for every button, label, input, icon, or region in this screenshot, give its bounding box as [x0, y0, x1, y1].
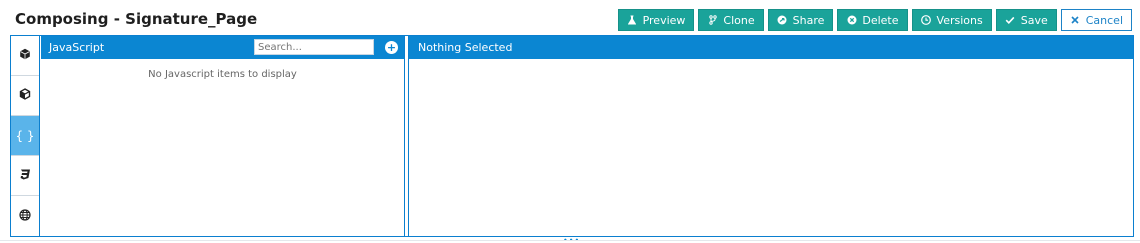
- app-root: Composing - Signature_Page Preview Clone…: [0, 0, 1140, 243]
- search-input[interactable]: [254, 39, 374, 55]
- braces-icon: { }: [15, 128, 35, 143]
- clone-label: Clone: [723, 13, 755, 27]
- cancel-button[interactable]: Cancel: [1060, 9, 1132, 31]
- detail-panel-title: Nothing Selected: [418, 41, 513, 54]
- close-icon: [1070, 15, 1081, 26]
- rail-item-objects[interactable]: [11, 76, 39, 116]
- resource-type-rail: { }: [11, 36, 40, 236]
- clock-icon: [921, 15, 932, 26]
- empty-list-message: No Javascript items to display: [148, 69, 297, 80]
- box-icon: [19, 88, 31, 103]
- css3-icon: [19, 168, 31, 183]
- plus-icon: +: [386, 41, 397, 54]
- versions-button[interactable]: Versions: [911, 9, 992, 31]
- share-label: Share: [792, 13, 825, 27]
- cancel-label: Cancel: [1085, 13, 1123, 27]
- share-icon: [777, 15, 788, 26]
- detail-panel-header: Nothing Selected: [409, 36, 1133, 59]
- javascript-list-panel: JavaScript + No Javascript items to disp…: [41, 36, 405, 236]
- divider: [0, 240, 1140, 241]
- code-fork-icon: [707, 15, 718, 26]
- flask-icon: [627, 15, 638, 26]
- rail-item-web[interactable]: [11, 196, 39, 236]
- add-item-button[interactable]: +: [385, 41, 398, 54]
- save-label: Save: [1020, 13, 1048, 27]
- versions-label: Versions: [936, 13, 983, 27]
- javascript-panel-title: JavaScript: [49, 41, 105, 54]
- preview-button[interactable]: Preview: [617, 9, 695, 31]
- delete-button[interactable]: Delete: [837, 9, 908, 31]
- check-icon: [1005, 15, 1016, 26]
- rail-item-css[interactable]: [11, 156, 39, 196]
- javascript-panel-header: JavaScript +: [41, 36, 404, 59]
- detail-panel: Nothing Selected: [408, 36, 1133, 236]
- save-button[interactable]: Save: [995, 9, 1057, 31]
- rail-item-javascript[interactable]: { }: [11, 116, 39, 156]
- clone-button[interactable]: Clone: [698, 9, 764, 31]
- cube-icon: [19, 48, 31, 63]
- preview-label: Preview: [642, 13, 686, 27]
- toolbar: Preview Clone Share Delete Versions Save…: [617, 9, 1132, 31]
- rail-item-components[interactable]: [11, 36, 39, 76]
- globe-icon: [19, 208, 31, 224]
- delete-label: Delete: [862, 13, 899, 27]
- editor-frame: { } JavaScript + No Javascript: [10, 35, 1134, 237]
- share-button[interactable]: Share: [767, 9, 834, 31]
- delete-circle-icon: [846, 15, 857, 26]
- page-title: Composing - Signature_Page: [15, 10, 258, 28]
